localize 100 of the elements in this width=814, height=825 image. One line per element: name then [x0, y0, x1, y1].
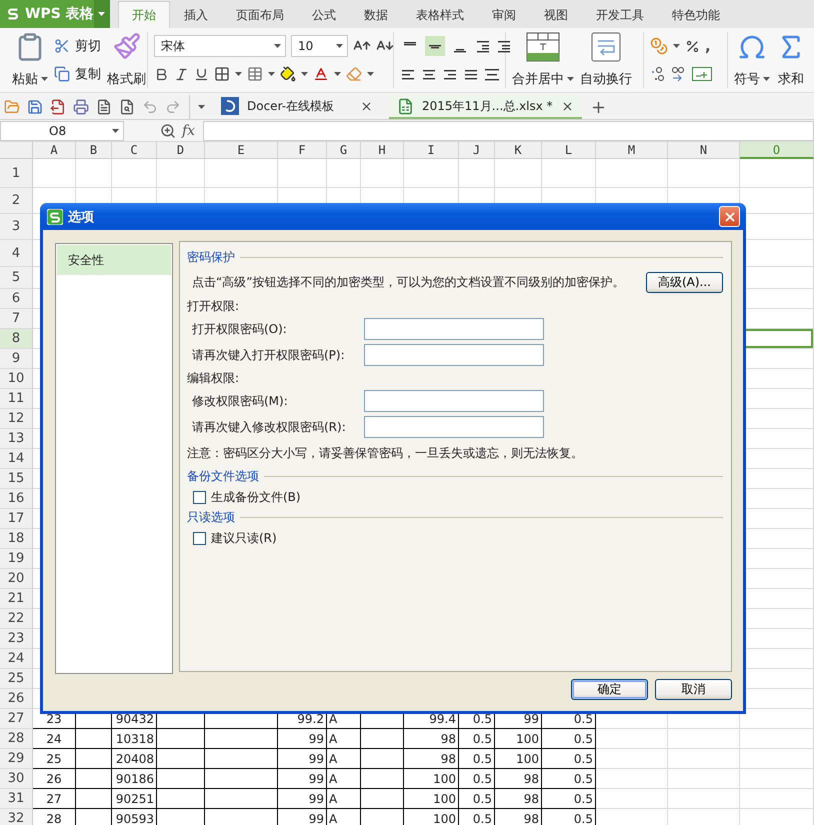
column-header[interactable]: E — [205, 142, 278, 159]
row-header[interactable]: 18 — [0, 529, 33, 549]
name-box[interactable]: O8 — [0, 120, 124, 140]
row-header[interactable]: 4 — [0, 240, 33, 267]
symbol-button[interactable]: 符号 — [734, 70, 770, 88]
formula-input[interactable] — [203, 120, 814, 140]
copy-icon[interactable] — [54, 66, 70, 82]
underline-icon[interactable] — [194, 66, 209, 82]
function-button[interactable]: fx — [182, 122, 196, 138]
scissors-icon[interactable] — [54, 38, 70, 54]
caret-icon[interactable] — [567, 77, 574, 81]
percent-icon[interactable] — [685, 38, 700, 54]
merge-center-icon[interactable] — [526, 32, 560, 62]
row-header[interactable]: 10 — [0, 369, 33, 389]
column-header[interactable]: G — [327, 142, 361, 159]
ribbon-tab[interactable]: 开始 — [118, 1, 170, 28]
wrap-text-button[interactable]: 自动换行 — [580, 70, 632, 88]
row-header[interactable]: 3 — [0, 214, 33, 240]
paste-button[interactable]: 粘贴 — [12, 70, 48, 88]
row-header[interactable]: 13 — [0, 429, 33, 449]
preview-icon[interactable] — [119, 99, 135, 115]
ribbon-tab[interactable]: 页面布局 — [222, 1, 298, 28]
table-icon[interactable] — [247, 66, 263, 82]
row-header[interactable]: 17 — [0, 509, 33, 529]
format-painter-button[interactable]: 格式刷 — [107, 70, 146, 88]
indent-decrease-icon[interactable] — [475, 39, 491, 53]
row-header[interactable]: 24 — [0, 649, 33, 669]
password-field[interactable] — [364, 344, 544, 366]
document-tab[interactable]: Docer-在线模板 — [213, 95, 381, 119]
caret-icon[interactable] — [763, 77, 770, 81]
row-header[interactable]: 32 — [0, 809, 33, 825]
row-header[interactable]: 2 — [0, 188, 33, 214]
indent-increase-icon[interactable] — [496, 39, 512, 53]
column-header[interactable]: I — [404, 142, 459, 159]
row-header[interactable]: 1 — [0, 159, 33, 188]
column-header[interactable]: A — [33, 142, 76, 159]
justify-icon[interactable] — [463, 67, 479, 81]
row-header[interactable]: 6 — [0, 289, 33, 309]
password-field[interactable] — [364, 416, 544, 438]
row-header[interactable]: 21 — [0, 589, 33, 609]
checkbox[interactable] — [193, 490, 206, 504]
row-header[interactable]: 25 — [0, 669, 33, 689]
decrease-decimal-icon[interactable] — [671, 66, 687, 82]
caret-icon[interactable] — [274, 44, 281, 48]
row-header[interactable]: 29 — [0, 749, 33, 769]
row-header[interactable]: 28 — [0, 729, 33, 749]
ribbon-tab[interactable]: 开发工具 — [582, 1, 658, 28]
align-right-icon[interactable] — [442, 67, 458, 81]
font-size-select[interactable]: 10 — [291, 35, 348, 57]
ribbon-tab[interactable]: 公式 — [298, 1, 350, 28]
printer-icon[interactable] — [73, 99, 89, 115]
caret-icon[interactable] — [268, 72, 275, 76]
ribbon-tab[interactable]: 插入 — [170, 1, 222, 28]
caret-icon[interactable] — [235, 72, 242, 76]
distribute-icon[interactable] — [484, 67, 500, 81]
row-header[interactable]: 16 — [0, 489, 33, 509]
row-header[interactable]: 20 — [0, 569, 33, 589]
caret-icon[interactable] — [673, 44, 680, 48]
text-format-icon[interactable] — [692, 67, 712, 81]
caret-icon[interactable] — [98, 12, 106, 16]
align-center-icon[interactable] — [421, 67, 437, 81]
paintbrush-icon[interactable] — [112, 32, 140, 60]
category-item[interactable]: 安全性 — [57, 245, 171, 275]
checkbox[interactable] — [193, 532, 206, 544]
caret-icon[interactable] — [336, 44, 343, 48]
cancel-button[interactable]: 取消 — [655, 679, 732, 700]
checkbox-label[interactable]: 建议只读(R) — [211, 530, 277, 546]
row-header[interactable]: 9 — [0, 349, 33, 369]
sum-button[interactable]: 求和 — [778, 70, 804, 88]
close-icon[interactable] — [722, 210, 736, 224]
caret-icon[interactable] — [334, 72, 341, 76]
border-icon[interactable] — [214, 66, 230, 82]
row-header[interactable]: 30 — [0, 769, 33, 789]
row-header[interactable]: 5 — [0, 267, 33, 289]
bold-icon[interactable] — [154, 66, 169, 82]
close-icon[interactable] — [560, 100, 574, 112]
row-header[interactable]: 31 — [0, 789, 33, 809]
ok-button[interactable]: 确定 — [571, 679, 648, 700]
font-select[interactable]: 宋体 — [154, 35, 286, 57]
close-button[interactable] — [719, 206, 740, 227]
caret-icon[interactable] — [112, 128, 119, 132]
cut-button[interactable]: 剪切 — [75, 37, 101, 55]
column-header[interactable]: F — [278, 142, 327, 159]
checkbox-label[interactable]: 生成备份文件(B) — [211, 488, 301, 506]
ribbon-tab[interactable]: 视图 — [530, 1, 582, 28]
font-color-icon[interactable] — [313, 66, 329, 82]
align-left-icon[interactable] — [400, 67, 416, 81]
column-header[interactable]: B — [76, 142, 112, 159]
column-header[interactable]: C — [112, 142, 157, 159]
close-icon[interactable] — [360, 100, 373, 112]
ribbon-tab[interactable]: 特色功能 — [658, 1, 734, 28]
save-icon[interactable] — [27, 99, 43, 115]
comma-style-button[interactable]: , — [705, 37, 711, 55]
row-header[interactable]: 8 — [0, 329, 33, 349]
row-header[interactable]: 19 — [0, 549, 33, 569]
wrap-text-icon[interactable] — [591, 32, 621, 62]
caret-icon[interactable] — [198, 105, 205, 109]
row-header[interactable]: 15 — [0, 469, 33, 489]
row-header[interactable]: 22 — [0, 609, 33, 629]
merge-center-button[interactable]: 合并居中 — [512, 70, 574, 88]
